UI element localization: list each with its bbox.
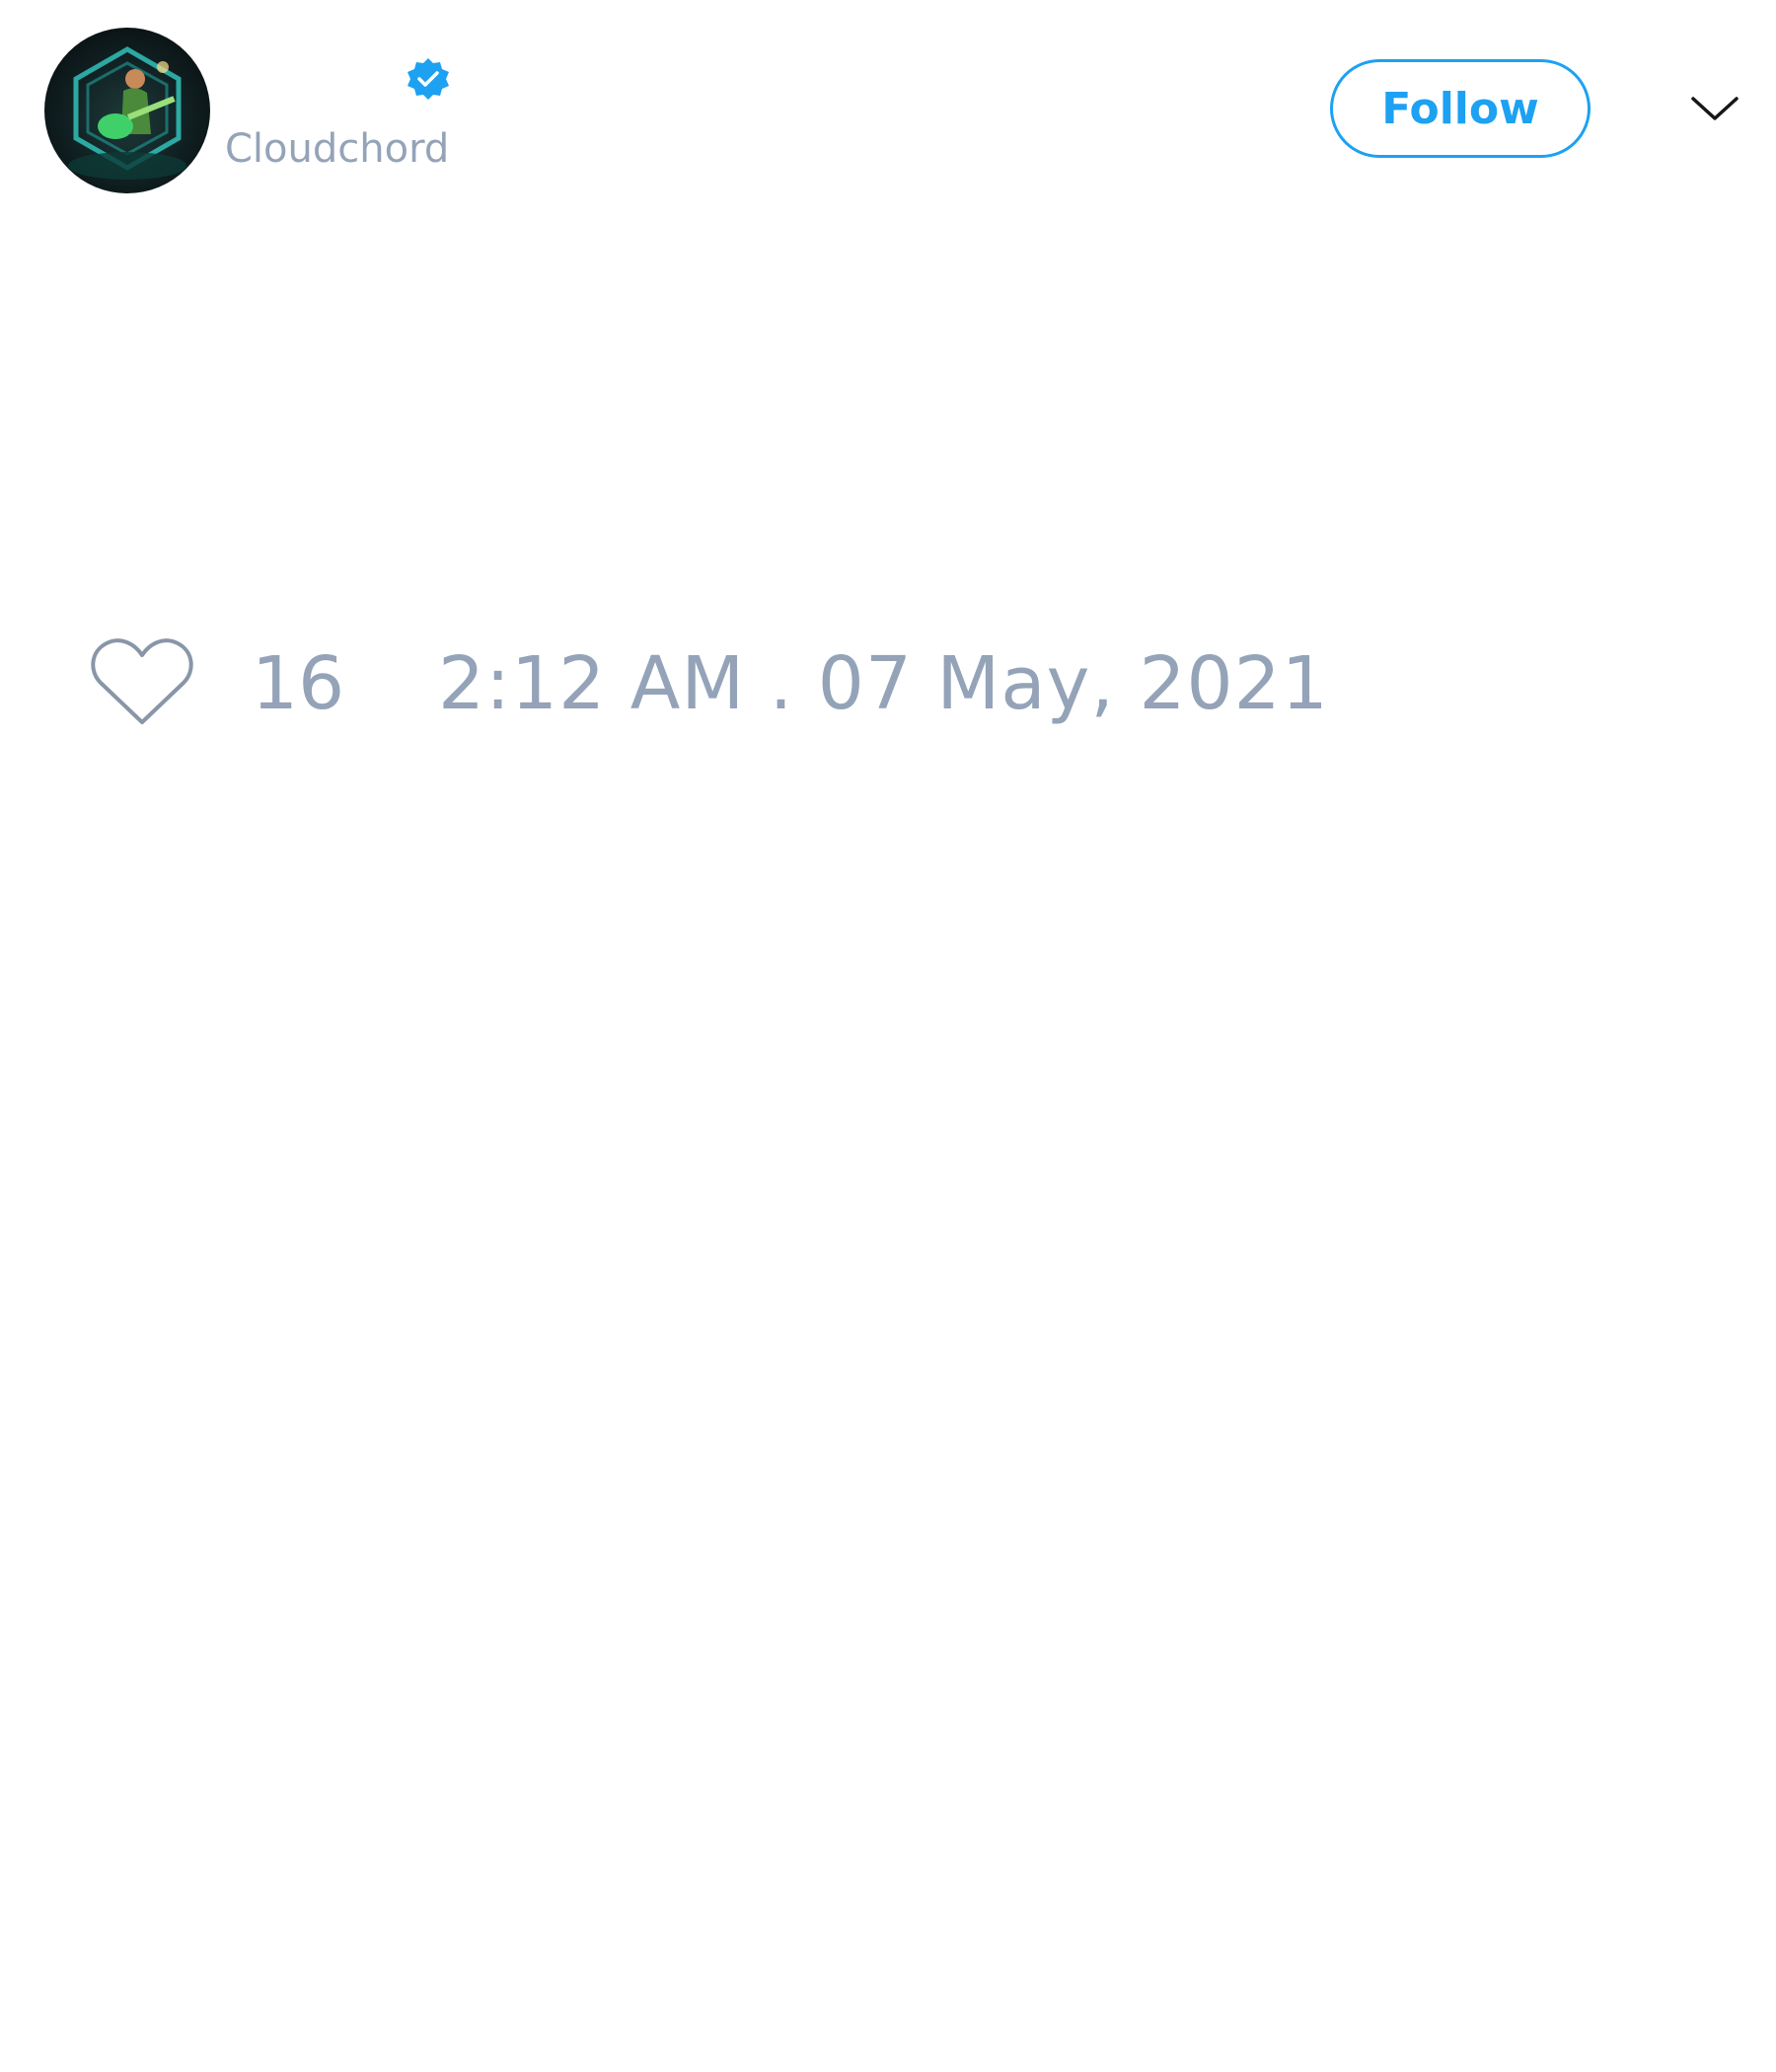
author-avatar[interactable] <box>44 28 210 193</box>
guitarist-avatar-image <box>68 46 186 180</box>
verified-badge-icon <box>407 58 449 100</box>
heart-icon[interactable] <box>87 631 197 730</box>
tweet-footer: 16 2:12 AM . 07 May, 2021 <box>0 622 1776 740</box>
tweet-timestamp[interactable]: 2:12 AM . 07 May, 2021 <box>438 639 1329 728</box>
chevron-down-icon[interactable] <box>1689 87 1740 132</box>
author-name-row <box>225 55 452 105</box>
like-count: 16 <box>252 641 345 726</box>
follow-button[interactable]: Follow <box>1330 59 1591 158</box>
tweet-header: Cloudchord Follow <box>0 0 1776 237</box>
author-handle[interactable]: Cloudchord <box>225 122 449 176</box>
